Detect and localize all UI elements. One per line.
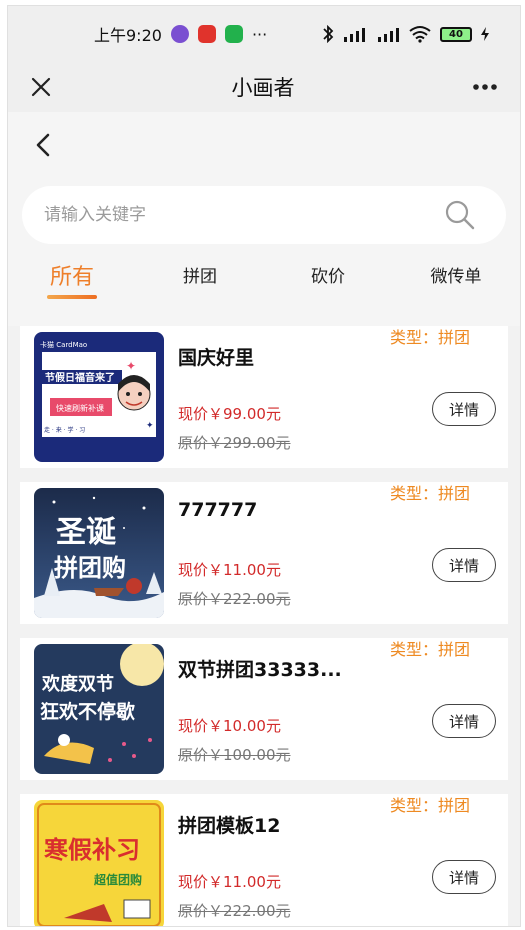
thumb-headline: 节假日福音来了 [45, 371, 115, 384]
item-type: 类型：拼团 [389, 328, 470, 347]
item-title: 777777 [178, 499, 258, 521]
weibo-notification-icon [197, 25, 216, 43]
tab-bargain[interactable]: 砍价 [264, 262, 392, 287]
thumb-footer: 走 · 来 · 学 · 习 [44, 426, 85, 434]
item-type: 类型：拼团 [389, 796, 470, 815]
detail-button[interactable]: 详情 [432, 392, 496, 426]
thumb-headline: 欢度双节 [41, 673, 114, 695]
thumbnail-image: 卡猫 CardMao 节假日福音来了 快速刷新补课 走 · 来 · 学 · 习 … [34, 332, 164, 462]
detail-button[interactable]: 详情 [432, 704, 496, 738]
item-info: 拼团模板12 现价￥11.00元 原价￥222.00元 [178, 809, 291, 921]
thumb-headline: 圣诞 [56, 515, 117, 550]
item-info: 双节拼团33333... 现价￥10.00元 原价￥100.00元 [178, 653, 342, 765]
original-price: 原价￥299.00元 [178, 434, 291, 452]
search-icon[interactable] [444, 199, 476, 231]
thumbnail-image: 寒假补习 超值团购 [34, 800, 164, 926]
close-icon [31, 77, 51, 97]
item-thumbnail: 圣诞 拼团购 [34, 488, 164, 618]
original-price: 原价￥100.00元 [178, 746, 291, 764]
chevron-left-icon [36, 133, 50, 157]
thumb-subline: 狂欢不停歇 [40, 700, 135, 723]
category-tabs: 所有 拼团 砍价 微传单 [8, 244, 520, 326]
item-title: 双节拼团33333... [178, 659, 342, 681]
tab-micro-flyer[interactable]: 微传单 [392, 262, 520, 287]
thumb-subline: 超值团购 [93, 872, 142, 887]
page-title: 小画者 [231, 76, 295, 100]
thumbnail-image: 圣诞 拼团购 [34, 488, 164, 618]
wifi-icon [409, 26, 431, 43]
current-price: 现价￥99.00元 [178, 405, 281, 423]
item-prices: 现价￥99.00元 原价￥299.00元 [178, 403, 291, 453]
item-thumbnail: 寒假补习 超值团购 [34, 800, 164, 926]
list-item[interactable]: 类型：拼团 卡猫 CardMao 节假日福音来了 快速刷新补课 走 · 来 · … [20, 326, 508, 468]
thumb-sparkle: ✦ [126, 359, 136, 373]
original-price: 原价￥222.00元 [178, 590, 291, 608]
list-item[interactable]: 类型：拼团 欢度双节 狂欢不停歇 双节拼团33333... 现价￥10.00元 [20, 638, 508, 780]
list-item[interactable]: 类型：拼团 寒假补习 超值团购 拼团模板12 现价￥11.00元 原价￥222.… [20, 794, 508, 926]
search-input[interactable] [44, 205, 384, 225]
thumb-headline: 寒假补习 [44, 836, 140, 864]
close-button[interactable] [24, 70, 58, 104]
thumbnail-image: 欢度双节 狂欢不停歇 [34, 644, 164, 774]
thumb-subline: 快速刷新补课 [56, 403, 104, 413]
item-thumbnail: 卡猫 CardMao 节假日福音来了 快速刷新补课 走 · 来 · 学 · 习 … [34, 332, 164, 462]
tab-group-buy[interactable]: 拼团 [136, 262, 264, 287]
tab-all[interactable]: 所有 [8, 259, 136, 291]
thumb-sparkle: ✦ [146, 421, 154, 431]
status-left: 上午9:20 ··· [94, 22, 267, 46]
list-item[interactable]: 类型：拼团 圣诞 拼团购 777777 现价￥11.00元 原价￥222.00元… [20, 482, 508, 624]
charging-icon [481, 27, 489, 41]
search-area [8, 178, 520, 244]
item-thumbnail: 欢度双节 狂欢不停歇 [34, 644, 164, 774]
signal-hd-icon [344, 28, 365, 42]
item-prices: 现价￥10.00元 原价￥100.00元 [178, 715, 342, 765]
page-header [8, 112, 520, 178]
search-bar [22, 186, 506, 244]
detail-button[interactable]: 详情 [432, 548, 496, 582]
detail-button[interactable]: 详情 [432, 860, 496, 894]
thumb-subline: 拼团购 [54, 554, 126, 582]
item-prices: 现价￥11.00元 原价￥222.00元 [178, 871, 291, 921]
more-icon [473, 84, 497, 90]
more-notifications-icon: ··· [251, 24, 268, 44]
original-price: 原价￥222.00元 [178, 902, 291, 920]
item-prices: 现价￥11.00元 原价￥222.00元 [178, 559, 291, 609]
item-title: 拼团模板12 [178, 815, 281, 837]
status-time: 上午9:20 [94, 26, 162, 45]
signal-icon [378, 28, 399, 42]
app-notification-icon [170, 25, 189, 43]
back-button[interactable] [26, 128, 60, 162]
phone-frame: 上午9:20 ··· 40 小画者 请输入关键字 所有 拼团 砍价 微传单 类型… [8, 6, 520, 926]
current-price: 现价￥11.00元 [178, 561, 281, 579]
battery-icon: 40 [440, 26, 472, 42]
item-info: 777777 现价￥11.00元 原价￥222.00元 [178, 497, 291, 609]
title-bar: 小画者 [8, 62, 520, 112]
status-right: 40 [322, 25, 490, 43]
product-list: 类型：拼团 卡猫 CardMao 节假日福音来了 快速刷新补课 走 · 来 · … [8, 326, 520, 926]
item-type: 类型：拼团 [389, 484, 470, 503]
thumb-brand: 卡猫 CardMao [40, 340, 87, 349]
bluetooth-icon [323, 25, 334, 43]
current-price: 现价￥11.00元 [178, 873, 281, 891]
wechat-notification-icon [224, 25, 243, 43]
status-bar: 上午9:20 ··· 40 [8, 6, 520, 62]
more-menu-button[interactable] [468, 70, 502, 104]
item-type: 类型：拼团 [389, 640, 470, 659]
item-info: 国庆好里 现价￥99.00元 原价￥299.00元 [178, 341, 291, 453]
current-price: 现价￥10.00元 [178, 717, 281, 735]
item-title: 国庆好里 [178, 347, 255, 369]
